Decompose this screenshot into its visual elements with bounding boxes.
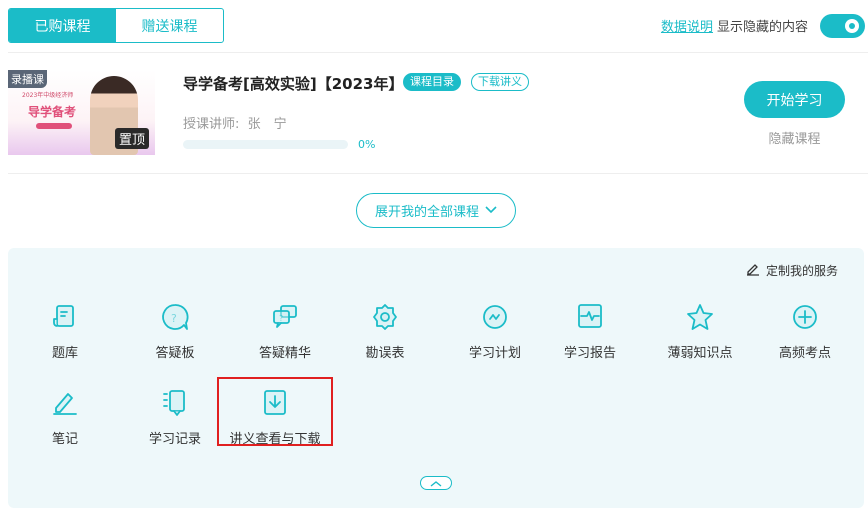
service-label: 学习记录 <box>148 432 201 447</box>
service-item[interactable]: 学习报告 <box>540 302 640 361</box>
notes-pencil-icon <box>50 388 80 422</box>
study-report-icon <box>575 302 605 336</box>
service-item[interactable]: 薄弱知识点 <box>650 302 750 361</box>
service-item[interactable]: 题库 <box>15 302 115 361</box>
service-label: 答疑板 <box>155 346 195 361</box>
service-label: 笔记 <box>51 432 78 447</box>
edit-icon <box>746 262 760 279</box>
course-tabs: 已购课程 赠送课程 <box>8 8 224 43</box>
tab-gifted[interactable]: 赠送课程 <box>116 9 223 42</box>
data-explanation-link[interactable]: 数据说明 <box>661 20 713 35</box>
teacher-info: 授课讲师: 张 宁 <box>183 113 287 132</box>
show-hidden-toggle[interactable] <box>820 14 865 38</box>
service-item[interactable]: ? 答疑精华 <box>235 302 335 361</box>
service-label: 题库 <box>51 346 78 361</box>
frequent-points-plus-icon <box>790 302 820 336</box>
service-item[interactable]: 学习记录 <box>125 388 225 447</box>
service-label: 勘误表 <box>365 346 405 361</box>
thumb-subtitle: 2023年中级经济师 <box>22 92 74 99</box>
progress-bar <box>183 140 348 149</box>
course-thumbnail[interactable]: 录播课 2023年中级经济师 导学备考 置顶 <box>8 70 155 155</box>
start-learning-button[interactable]: 开始学习 <box>744 81 845 118</box>
service-label: 学习计划 <box>468 346 521 361</box>
qa-highlights-icon: ? <box>270 302 300 336</box>
chevron-up-icon <box>430 476 442 491</box>
progress-percent: 0% <box>358 138 376 151</box>
show-hidden-label: 显示隐藏的内容 <box>716 20 808 35</box>
qa-board-icon: ? <box>160 302 190 336</box>
customize-services-button[interactable]: 定制我的服务 <box>746 262 838 279</box>
pin-top-button[interactable]: 置顶 <box>114 128 149 149</box>
chevron-down-icon <box>485 203 497 218</box>
download-notes-button[interactable]: 下载讲义 <box>471 73 529 91</box>
study-record-icon <box>160 388 190 422</box>
services-panel <box>8 248 864 508</box>
tab-purchased[interactable]: 已购课程 <box>9 9 116 42</box>
service-label: 学习报告 <box>563 346 616 361</box>
service-item[interactable]: ? 答疑板 <box>125 302 225 361</box>
svg-text:?: ? <box>171 312 177 325</box>
errata-gear-icon <box>370 302 400 336</box>
service-item[interactable]: 笔记 <box>15 388 115 447</box>
recorded-tag: 录播课 <box>8 70 47 88</box>
customize-label: 定制我的服务 <box>766 264 839 278</box>
service-label: 薄弱知识点 <box>667 346 733 361</box>
service-item[interactable]: 学习计划 <box>445 302 545 361</box>
divider <box>8 173 868 174</box>
hide-course-link[interactable]: 隐藏课程 <box>744 128 845 147</box>
divider <box>8 52 868 53</box>
top-right-controls: 数据说明 显示隐藏的内容 <box>661 16 808 35</box>
highlight-box <box>217 377 333 446</box>
service-label: 答疑精华 <box>258 346 311 361</box>
thumb-decoration <box>36 123 72 129</box>
service-label: 高频考点 <box>778 346 831 361</box>
question-bank-icon <box>50 302 80 336</box>
study-plan-icon <box>480 302 510 336</box>
weak-points-star-icon <box>685 302 715 336</box>
collapse-button[interactable] <box>420 476 452 490</box>
service-item[interactable]: 勘误表 <box>335 302 435 361</box>
svg-text:?: ? <box>279 314 283 323</box>
teacher-name: 张 宁 <box>247 117 287 132</box>
teacher-label: 授课讲师: <box>183 117 240 132</box>
thumb-title: 导学备考 <box>28 105 77 119</box>
expand-all-courses-button[interactable]: 展开我的全部课程 <box>356 193 516 228</box>
course-title[interactable]: 导学备考[高效实验]【2023年】 <box>183 73 403 94</box>
expand-label: 展开我的全部课程 <box>374 205 479 220</box>
course-catalog-button[interactable]: 课程目录 <box>403 73 461 91</box>
service-item[interactable]: 高频考点 <box>755 302 855 361</box>
